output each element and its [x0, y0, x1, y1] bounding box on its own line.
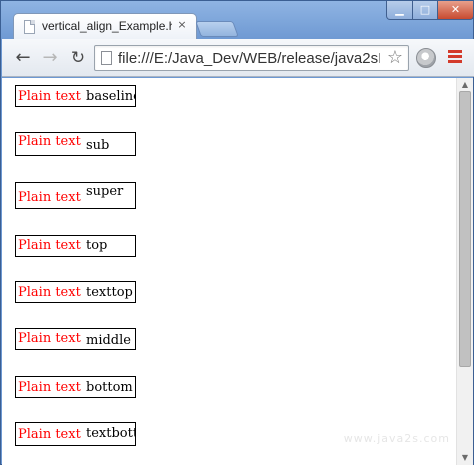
plain-text: Plain text: [18, 190, 81, 205]
example-label: middle: [86, 333, 131, 348]
reload-icon[interactable]: ↻: [68, 48, 88, 68]
example-box-super: Plain text super: [15, 182, 136, 209]
plain-text: Plain text: [18, 331, 81, 346]
example-box-top: Plain text top: [15, 235, 136, 257]
address-bar[interactable]: file:///E:/Java_Dev/WEB/release/java2sID…: [94, 45, 409, 71]
close-window-button[interactable]: ✕: [437, 1, 474, 20]
example-box-texttop: Plain text texttop: [15, 281, 136, 303]
page-icon: [24, 20, 35, 34]
plain-text: Plain text: [18, 427, 81, 442]
plain-text: Plain text: [18, 238, 81, 253]
example-box-middle: Plain text middle: [15, 328, 136, 350]
tab-title: vertical_align_Example.htm: [42, 19, 172, 33]
example-label: textbottom: [86, 426, 135, 441]
browser-window: ▁ □ ✕ vertical_align_Example.htm × ← → ↻…: [0, 0, 474, 465]
example-box-textbottom: Plain text textbottom: [15, 422, 136, 446]
new-tab-button[interactable]: [195, 21, 239, 37]
maximize-icon: □: [419, 3, 431, 16]
watermark: www.java2s.com: [343, 432, 450, 445]
minimize-icon: ▁: [395, 3, 404, 16]
tab-active[interactable]: vertical_align_Example.htm ×: [13, 13, 197, 39]
plain-text: Plain text: [18, 380, 81, 395]
scroll-down-icon[interactable]: ▼: [460, 453, 470, 463]
example-label: baseline: [86, 89, 136, 104]
example-label: texttop: [86, 285, 133, 300]
file-icon: [101, 51, 112, 65]
example-label: super: [86, 184, 124, 199]
close-icon: ✕: [450, 3, 461, 16]
menu-icon[interactable]: [448, 50, 462, 64]
scroll-up-icon[interactable]: ▲: [460, 80, 470, 90]
menu-bar-3: [448, 60, 462, 63]
vertical-scrollbar[interactable]: ▲ ▼: [456, 78, 473, 465]
example-box-bottom: Plain text bottom: [15, 376, 136, 398]
menu-bar-1: [448, 50, 462, 53]
maximize-button[interactable]: □: [412, 1, 438, 20]
scrollbar-thumb[interactable]: [459, 91, 471, 367]
plain-text: Plain text: [18, 134, 81, 149]
page-viewport: Plain text baseline Plain text sub Plain…: [2, 78, 456, 465]
browser-toolbar: ← → ↻ file:///E:/Java_Dev/WEB/release/ja…: [2, 39, 474, 77]
example-label: top: [86, 238, 108, 253]
plain-text: Plain text: [18, 285, 81, 300]
example-label: bottom: [86, 380, 133, 395]
forward-arrow-icon[interactable]: →: [40, 48, 60, 68]
back-arrow-icon[interactable]: ←: [13, 48, 33, 68]
plain-text: Plain text: [18, 89, 81, 104]
minimize-button[interactable]: ▁: [386, 1, 413, 20]
address-url[interactable]: file:///E:/Java_Dev/WEB/release/java2sID: [118, 49, 380, 68]
example-box-baseline: Plain text baseline: [15, 85, 136, 107]
example-label: sub: [86, 138, 110, 153]
extension-icon[interactable]: [416, 48, 436, 68]
example-box-sub: Plain text sub: [15, 132, 136, 156]
bookmark-star-icon[interactable]: ☆: [385, 46, 405, 70]
menu-bar-2: [448, 55, 462, 58]
tab-close-icon[interactable]: ×: [176, 18, 188, 31]
